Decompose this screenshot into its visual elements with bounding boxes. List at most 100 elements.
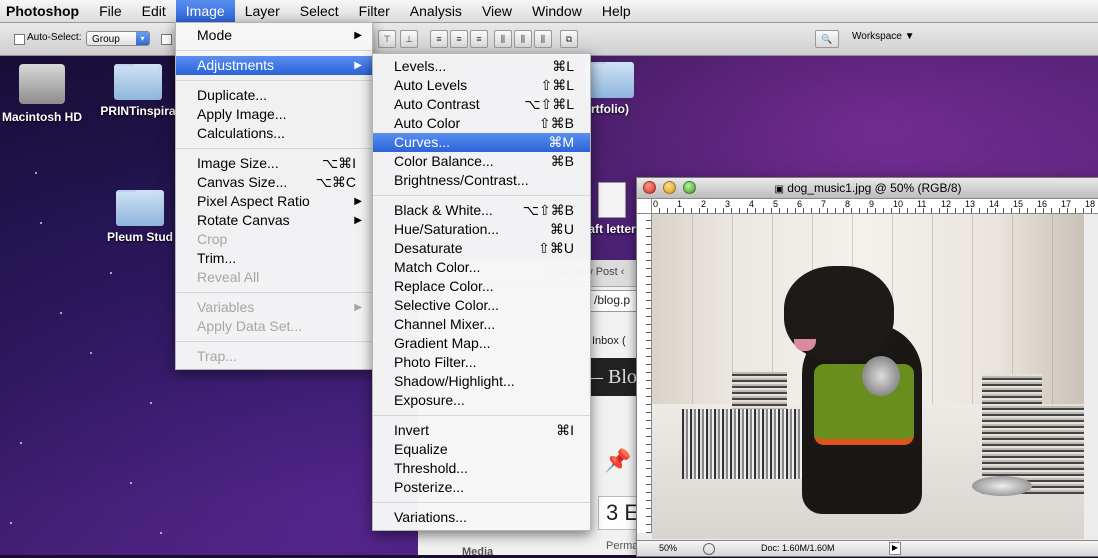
menu-item-curves[interactable]: Curves... ⌘M	[373, 133, 590, 152]
menu-item-equalize[interactable]: Equalize	[373, 440, 590, 459]
desktop-icon-portfolio[interactable]: rtfolio)	[584, 62, 636, 116]
menu-item-shortcut: ⌥⇧⌘L	[524, 96, 574, 112]
auto-select-dropdown[interactable]: Group ▾	[86, 31, 150, 46]
auto-align-button[interactable]: ⧉	[560, 30, 578, 48]
close-button[interactable]	[643, 181, 656, 194]
menu-item-shadow-highlight[interactable]: Shadow/Highlight...	[373, 372, 590, 391]
menu-edit[interactable]: Edit	[132, 0, 176, 22]
desktop-icon-pleum-studio[interactable]: Pleum Stud	[104, 190, 176, 244]
cd-player	[972, 476, 1032, 496]
star	[40, 222, 42, 224]
menu-item-shortcut: ⌘I	[556, 422, 574, 438]
menu-item-auto-contrast[interactable]: Auto Contrast ⌥⇧⌘L	[373, 95, 590, 114]
menu-item-label: Levels...	[394, 58, 447, 74]
menu-file[interactable]: File	[89, 0, 132, 22]
document-window[interactable]: ▣ dog_music1.jpg @ 50% (RGB/8) 012345678…	[636, 177, 1098, 557]
distribute-top-button[interactable]: ≡	[430, 30, 448, 48]
menu-item-apply-image[interactable]: Apply Image...	[176, 105, 372, 124]
browser-url-text: /blog.p	[594, 293, 631, 307]
menu-item-color-balance[interactable]: Color Balance... ⌘B	[373, 152, 590, 171]
distribute-left-button[interactable]: ⫼	[494, 30, 512, 48]
ruler-number: 3	[725, 199, 731, 209]
menu-item-pixel-aspect-ratio[interactable]: Pixel Aspect Ratio ▶	[176, 192, 372, 211]
menu-item-photo-filter[interactable]: Photo Filter...	[373, 353, 590, 372]
document-title-bar[interactable]: ▣ dog_music1.jpg @ 50% (RGB/8)	[637, 178, 1098, 199]
ruler-number: 16	[1037, 199, 1048, 209]
status-menu-arrow-icon[interactable]: ▶	[889, 542, 901, 555]
menu-photoshop[interactable]: Photoshop	[0, 0, 89, 22]
menu-item-threshold[interactable]: Threshold...	[373, 459, 590, 478]
menu-item-black-white[interactable]: Black & White... ⌥⇧⌘B	[373, 201, 590, 220]
ruler-number: 1	[677, 199, 683, 209]
zoom-button[interactable]	[683, 181, 696, 194]
minimize-button[interactable]	[663, 181, 676, 194]
menu-item-posterize[interactable]: Posterize...	[373, 478, 590, 497]
menu-item-shortcut: ⇧⌘B	[538, 115, 574, 131]
menu-help[interactable]: Help	[592, 0, 641, 22]
show-transform-checkbox[interactable]	[161, 34, 172, 45]
document-title: dog_music1.jpg @ 50% (RGB/8)	[787, 181, 962, 195]
menu-item-desaturate[interactable]: Desaturate ⇧⌘U	[373, 239, 590, 258]
ruler-number: 10	[893, 199, 904, 209]
menu-item-label: Desaturate	[394, 240, 463, 256]
document-canvas-image[interactable]	[652, 214, 1084, 539]
workspace-button[interactable]: Workspace ▼	[852, 31, 915, 42]
menu-item-auto-color[interactable]: Auto Color ⇧⌘B	[373, 114, 590, 133]
zoom-level[interactable]: 50%	[659, 543, 677, 553]
menu-item-replace-color[interactable]: Replace Color...	[373, 277, 590, 296]
menu-item-auto-levels[interactable]: Auto Levels ⇧⌘L	[373, 76, 590, 95]
menu-item-calculations[interactable]: Calculations...	[176, 124, 372, 143]
menu-item-label: Apply Image...	[197, 106, 287, 122]
ruler-origin[interactable]	[637, 199, 652, 214]
menu-select[interactable]: Select	[290, 0, 349, 22]
menu-item-label: Replace Color...	[394, 278, 494, 294]
menu-item-variations[interactable]: Variations...	[373, 508, 590, 527]
menu-filter[interactable]: Filter	[349, 0, 400, 22]
menu-item-levels[interactable]: Levels... ⌘L	[373, 57, 590, 76]
menu-item-label: Auto Levels	[394, 77, 468, 93]
menu-item-duplicate[interactable]: Duplicate...	[176, 86, 372, 105]
menu-item-selective-color[interactable]: Selective Color...	[373, 296, 590, 315]
align-vcenter-button[interactable]: ⊥	[400, 30, 418, 48]
auto-select-checkbox[interactable]	[14, 34, 25, 45]
menu-item-brightness-contrast[interactable]: Brightness/Contrast...	[373, 171, 590, 190]
wall-plank	[932, 214, 933, 404]
distribute-bottom-button[interactable]: ≡	[470, 30, 488, 48]
vertical-ruler[interactable]	[637, 213, 652, 533]
browser-inbox-tab[interactable]: Inbox (	[592, 335, 626, 347]
ruler-number: 12	[941, 199, 952, 209]
menu-item-channel-mixer[interactable]: Channel Mixer...	[373, 315, 590, 334]
distribute-right-button[interactable]: ⫼	[534, 30, 552, 48]
menu-item-gradient-map[interactable]: Gradient Map...	[373, 334, 590, 353]
menu-item-match-color[interactable]: Match Color...	[373, 258, 590, 277]
ruler-number: 9	[869, 199, 875, 209]
status-info-icon[interactable]	[703, 543, 715, 555]
menu-layer[interactable]: Layer	[235, 0, 290, 22]
menu-item-hue-saturation[interactable]: Hue/Saturation... ⌘U	[373, 220, 590, 239]
menu-item-adjustments[interactable]: Adjustments ▶	[176, 56, 372, 75]
menu-item-image-size[interactable]: Image Size... ⌥⌘I	[176, 154, 372, 173]
menu-image[interactable]: Image	[175, 0, 235, 22]
desktop-icon-draft-letter[interactable]: aft letter	[588, 182, 636, 236]
menu-analysis[interactable]: Analysis	[400, 0, 472, 22]
align-top-button[interactable]: ⊤	[378, 30, 396, 48]
menu-item-rotate-canvas[interactable]: Rotate Canvas ▶	[176, 211, 372, 230]
document-status-bar: 50% Doc: 1.60M/1.60M ▶	[637, 540, 1098, 556]
menu-item-apply-data-set: Apply Data Set...	[176, 317, 372, 336]
menu-item-mode[interactable]: Mode ▶	[176, 26, 372, 45]
menu-item-shortcut: ⌘B	[550, 153, 574, 169]
desktop-icon-printinspira[interactable]: PRINTinspira	[98, 64, 178, 118]
bridge-icon[interactable]: 🔍	[815, 30, 839, 48]
menu-view[interactable]: View	[472, 0, 522, 22]
menu-item-trim[interactable]: Trim...	[176, 249, 372, 268]
distribute-vcenter-button[interactable]: ≡	[450, 30, 468, 48]
menu-item-canvas-size[interactable]: Canvas Size... ⌥⌘C	[176, 173, 372, 192]
menu-item-label: Image Size...	[197, 155, 279, 171]
menu-window[interactable]: Window	[522, 0, 592, 22]
menu-item-exposure[interactable]: Exposure...	[373, 391, 590, 410]
ruler-number: 14	[989, 199, 1000, 209]
distribute-hcenter-button[interactable]: ⫼	[514, 30, 532, 48]
desktop-icon-macintosh-hd[interactable]: Macintosh HD	[0, 64, 84, 124]
menu-item-invert[interactable]: Invert ⌘I	[373, 421, 590, 440]
horizontal-ruler[interactable]: 012345678910111213141516171819	[651, 199, 1098, 214]
